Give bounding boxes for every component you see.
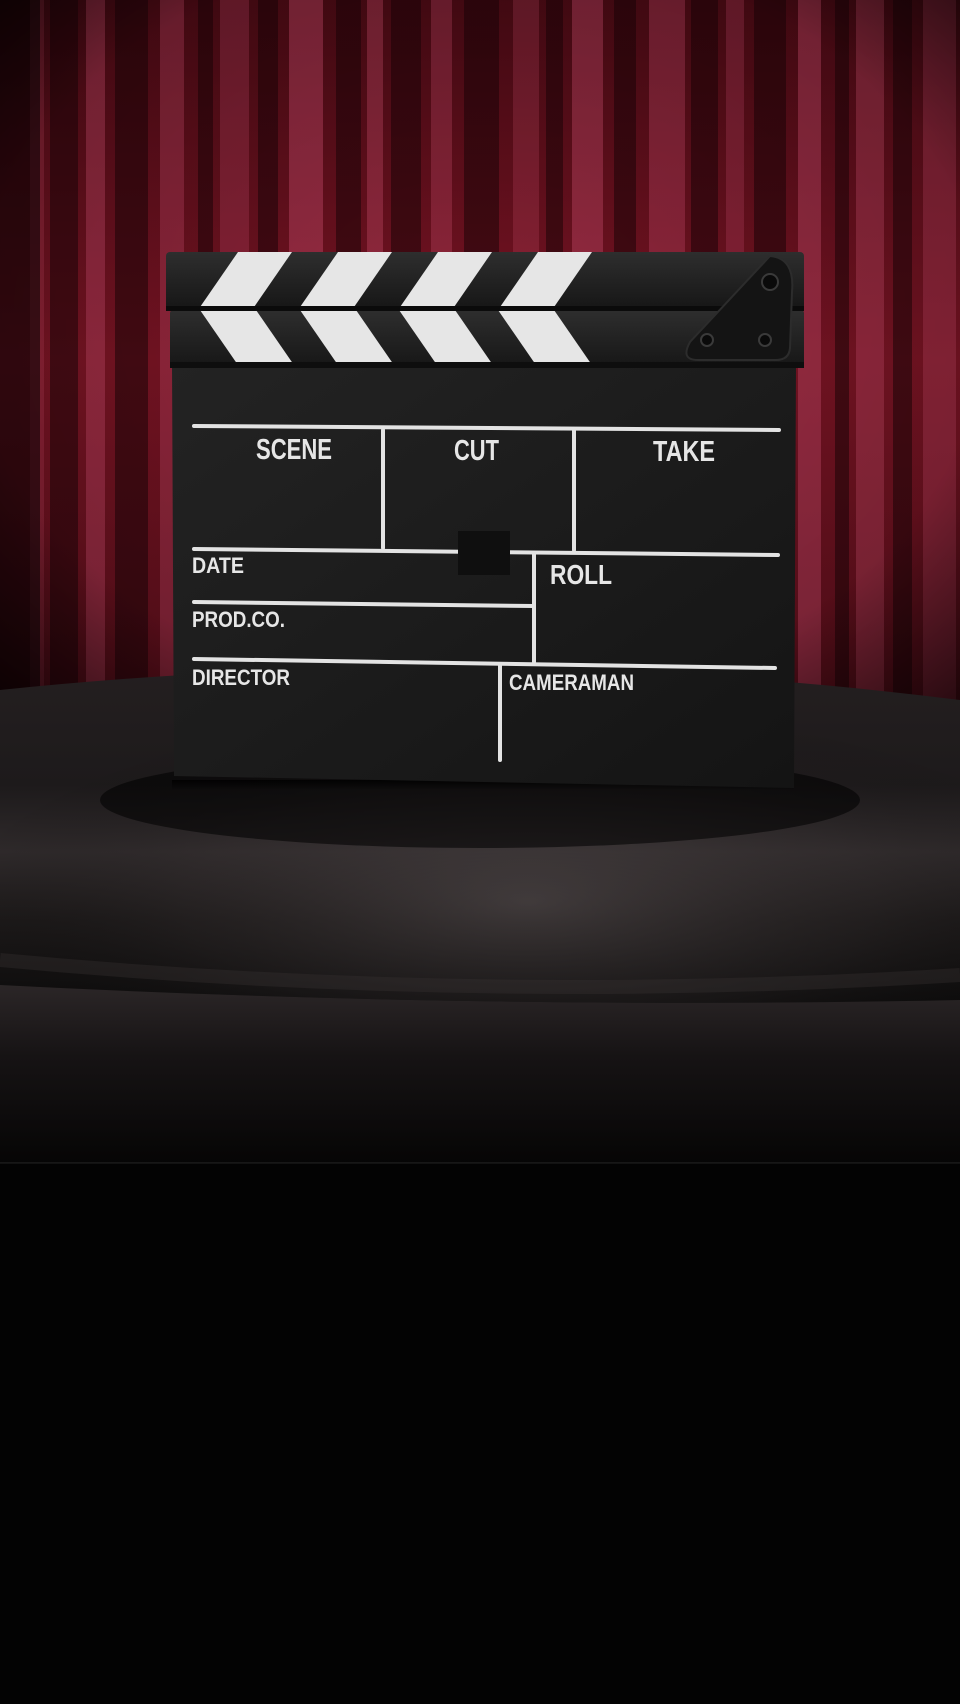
empty-black-area — [0, 1166, 960, 1704]
table-skirt — [0, 985, 960, 1164]
label-cameraman: CAMERAMAN — [509, 670, 634, 695]
label-date: DATE — [192, 553, 244, 578]
photo-edge — [0, 1162, 960, 1164]
label-roll: ROLL — [550, 559, 612, 590]
clapper-upper-bar — [166, 252, 804, 311]
slate-mark — [458, 531, 510, 575]
label-scene: SCENE — [256, 434, 332, 466]
label-take: TAKE — [653, 436, 715, 468]
photo-page: SCENE CUT TAKE DATE ROLL PROD.CO. DIRECT… — [0, 0, 960, 1704]
photo-scene: SCENE CUT TAKE DATE ROLL PROD.CO. DIRECT… — [0, 0, 960, 1164]
label-prod-co: PROD.CO. — [192, 607, 285, 632]
clapperboard-photo: SCENE CUT TAKE DATE ROLL PROD.CO. DIRECT… — [0, 0, 960, 1164]
label-director: DIRECTOR — [192, 665, 290, 690]
label-cut: CUT — [454, 435, 499, 467]
